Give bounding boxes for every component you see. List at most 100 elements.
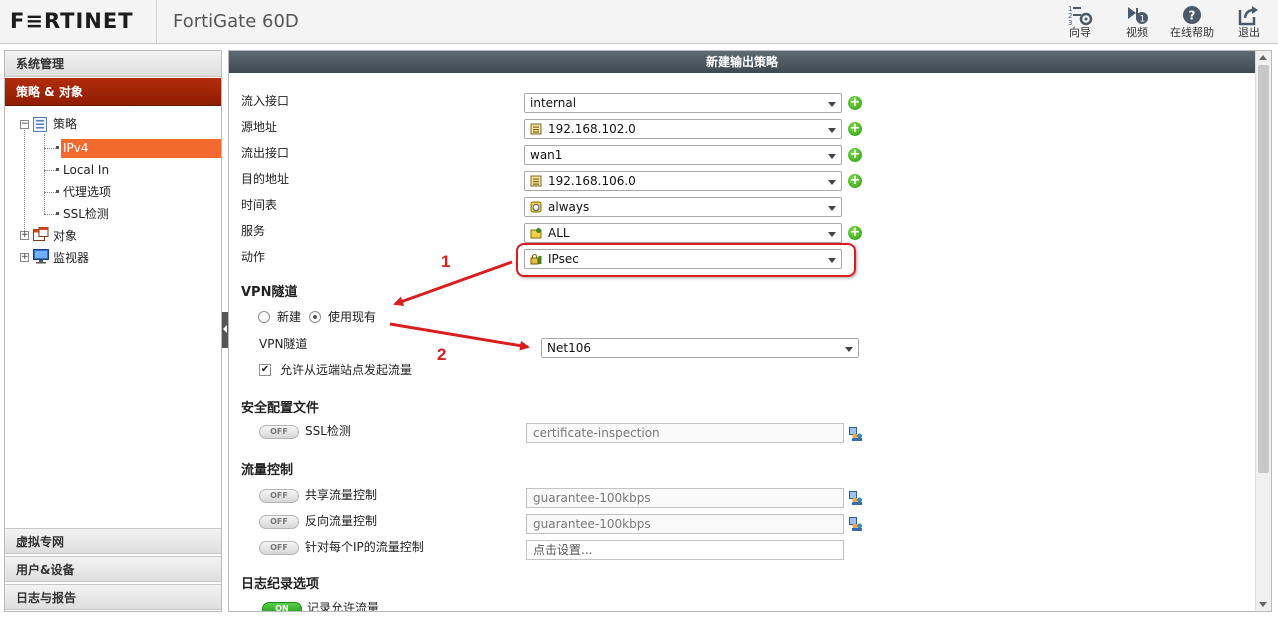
header-divider [156,0,157,43]
source-address-label: 源地址 [241,120,278,134]
add-outgoing-button[interactable]: + [848,148,862,162]
logout-label: 退出 [1238,26,1260,39]
source-address-value: 192.168.102.0 [548,122,636,136]
help-icon: ? [1183,6,1201,24]
chevron-down-icon [828,128,836,133]
action-label: 动作 [241,250,266,264]
service-value: ALL [548,226,570,240]
ssl-inspection-field[interactable]: certificate-inspection [526,423,844,443]
incoming-interface-select[interactable]: internal [524,93,842,113]
tree-proxy-options[interactable]: 代理选项 [63,182,111,202]
vpn-tunnel-select[interactable]: Net106 [541,338,859,358]
nav-user-device[interactable]: 用户&设备 [5,556,221,582]
destination-address-select[interactable]: 192.168.106.0 [524,171,842,191]
fortinet-logo: F≡RTINET [10,9,134,33]
profile-users-icon[interactable] [849,427,863,441]
monitor-icon [33,249,49,264]
profile-users-icon[interactable] [849,517,863,531]
tree-policy[interactable]: 策略 [53,114,77,134]
service-select[interactable]: ALL [524,223,842,243]
vpn-tunnel-value: Net106 [547,341,591,355]
vpn-tunnel-section: VPN隧道 [241,285,298,300]
logout-icon [1238,6,1258,26]
tree-local-in[interactable]: Local In [63,160,109,180]
add-destination-button[interactable]: + [848,174,862,188]
tree-line [44,192,56,193]
scroll-down-arrow[interactable] [1259,602,1267,607]
shared-shaper-toggle[interactable]: OFF [259,489,299,503]
scroll-up-arrow[interactable] [1259,55,1267,60]
svg-text:1: 1 [1140,15,1146,25]
per-ip-shaper-toggle[interactable]: OFF [259,541,299,555]
radio-existing-label: 使用现有 [328,310,377,324]
address-icon [530,175,542,186]
add-incoming-button[interactable]: + [848,96,862,110]
tree-line [44,134,45,214]
service-label: 服务 [241,224,266,238]
video-icon: 1 [1128,7,1148,25]
reverse-shaper-field[interactable]: guarantee-100kbps [526,514,844,534]
collapse-arrow-icon [223,325,227,333]
tree-expand-toggle[interactable]: + [20,253,29,262]
add-source-button[interactable]: + [848,122,862,136]
nav-system[interactable]: 系统管理 [5,51,221,77]
scrollbar-thumb[interactable] [1258,65,1269,473]
per-ip-shaper-field[interactable]: 点击设置... [526,540,844,560]
radio-new-label: 新建 [277,310,302,324]
radio-use-existing[interactable] [309,311,321,323]
chevron-down-icon [845,347,853,352]
tree-ssl-inspection[interactable]: SSL检测 [63,204,109,224]
tree-bullet [56,168,59,171]
help-label: 在线帮助 [1170,26,1214,39]
video-button[interactable]: 1 视频 [1115,4,1159,42]
reverse-shaper-label: 反向流量控制 [305,514,378,528]
schedule-value: always [548,200,590,214]
svg-text:?: ? [1189,9,1196,23]
annotation-step-1: 1 [441,252,451,271]
wizard-button[interactable]: 1 2 3 向导 [1058,4,1102,42]
tree-line [44,214,56,215]
tree-objects[interactable]: 对象 [53,226,77,246]
chevron-down-icon [828,154,836,159]
logging-options-section: 日志纪录选项 [241,577,320,592]
incoming-interface-value: internal [530,96,577,110]
nav-policy-objects[interactable]: 策略 & 对象 [5,78,221,106]
fortigate-window: F≡RTINET FortiGate 60D 1 2 3 向导 1 视频 ? 在… [0,0,1278,618]
security-profiles-section: 安全配置文件 [241,401,320,416]
outgoing-interface-select[interactable]: wan1 [524,145,842,165]
nav-vpn[interactable]: 虚拟专网 [5,528,221,554]
vertical-scrollbar[interactable] [1255,51,1271,611]
policy-editor-panel: 新建输出策略 流入接口 internal + 源地址 192.168.102.0… [228,50,1272,612]
nav-log-report[interactable]: 日志与报告 [5,584,221,610]
ssl-inspection-toggle[interactable]: OFF [259,425,299,439]
tree-collapse-toggle[interactable]: − [20,120,29,129]
help-button[interactable]: ? 在线帮助 [1170,4,1214,42]
tree-line [24,123,25,239]
logout-button[interactable]: 退出 [1227,4,1271,42]
chevron-down-icon [828,102,836,107]
log-allowed-toggle[interactable]: ON [262,602,302,611]
policy-list-icon [33,117,47,132]
allow-remote-checkbox[interactable]: ✔ [259,364,271,376]
annotation-step-2: 2 [437,345,447,364]
reverse-shaper-toggle[interactable]: OFF [259,515,299,529]
tree-expand-toggle[interactable]: + [20,231,29,240]
source-address-select[interactable]: 192.168.102.0 [524,119,842,139]
shared-shaper-field[interactable]: guarantee-100kbps [526,488,844,508]
chevron-down-icon [828,206,836,211]
log-allowed-label: 记录允许流量 [307,601,380,612]
tree-line [44,148,56,149]
add-service-button[interactable]: + [848,226,862,240]
radio-new-tunnel[interactable] [258,311,270,323]
schedule-select[interactable]: always [524,197,842,217]
outgoing-interface-label: 流出接口 [241,146,290,160]
tree-ipv4[interactable]: IPv4 [63,138,89,158]
sidebar: 系统管理 策略 & 对象 − 策略 IPv4 Local In 代理选项 SSL… [4,50,222,612]
profile-users-icon[interactable] [849,491,863,505]
tree-bullet [56,146,59,149]
tree-monitor[interactable]: 监视器 [53,248,89,268]
shared-shaper-label: 共享流量控制 [305,488,378,502]
allow-remote-label: 允许从远端站点发起流量 [280,363,413,377]
wizard-label: 向导 [1069,26,1091,39]
top-header: F≡RTINET FortiGate 60D 1 2 3 向导 1 视频 ? 在… [0,0,1278,44]
